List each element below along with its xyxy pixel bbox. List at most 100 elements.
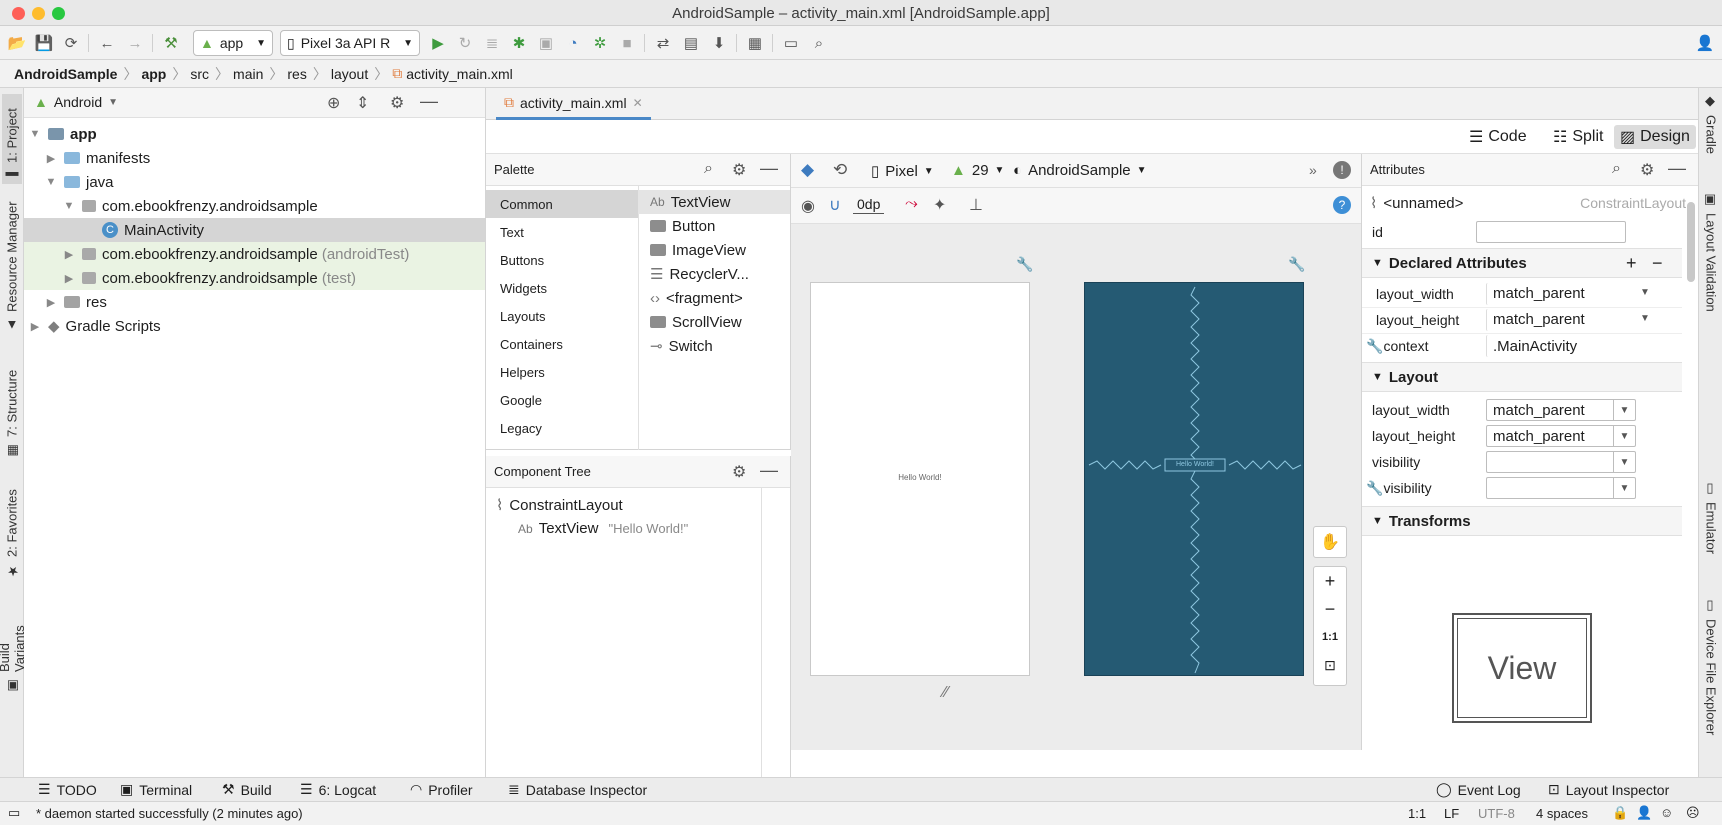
gear-icon[interactable]: ⚙	[1640, 160, 1654, 180]
hello-world-text[interactable]: Hello World!	[811, 473, 1029, 482]
run-config-select[interactable]: ▲ app ▼	[193, 30, 273, 56]
zoom-in-button[interactable]: +	[1314, 567, 1346, 595]
wrench-icon[interactable]: 🔧	[1016, 256, 1033, 273]
help-icon[interactable]: ?	[1333, 196, 1351, 214]
hide-panel-icon[interactable]: —	[760, 460, 778, 481]
design-preview[interactable]: Hello World!	[810, 282, 1030, 676]
expand-arrow-icon[interactable]: ▶	[62, 248, 76, 261]
code-mode-button[interactable]: ☰ Code	[1463, 125, 1533, 149]
tool-tab-structure[interactable]: ▦ 7: Structure	[2, 358, 22, 458]
tool-layout-inspector[interactable]: ⊡ Layout Inspector	[1548, 781, 1669, 798]
hide-panel-icon[interactable]: —	[1668, 158, 1686, 179]
palette-category-legacy[interactable]: Legacy	[486, 414, 638, 442]
declared-layout-height-value[interactable]: match_parent ▼	[1486, 308, 1656, 331]
apply-code-changes-icon[interactable]: ≣	[481, 32, 503, 54]
declared-attributes-section[interactable]: ▼ Declared Attributes + −	[1362, 248, 1682, 278]
device-select[interactable]: ▯ Pixel 3a API R ▼	[280, 30, 420, 56]
tab-activity-main[interactable]: ⧉ activity_main.xml ✕	[496, 88, 651, 120]
line-separator[interactable]: LF	[1444, 806, 1459, 821]
terminal-window-icon[interactable]: ▭	[780, 32, 802, 54]
tool-profiler[interactable]: ◠ Profiler	[410, 781, 473, 798]
layers-icon[interactable]: ◆	[801, 160, 814, 180]
tree-item-gradle-scripts[interactable]: ▶ ◆ Gradle Scripts	[24, 314, 485, 338]
avd-manager-icon[interactable]: ▤	[680, 32, 702, 54]
tool-tab-favorites[interactable]: ★ 2: Favorites	[2, 478, 22, 578]
inspector-icon[interactable]: 👤	[1636, 805, 1652, 821]
api-dropdown[interactable]: ▲ 29 ▼	[951, 162, 1004, 179]
overflow-icon[interactable]: »	[1309, 162, 1317, 178]
blueprint-preview[interactable]: Hello World!	[1084, 282, 1304, 676]
tree-item-manifests[interactable]: ▶ manifests	[24, 146, 485, 170]
expand-arrow-icon[interactable]: ▼	[28, 128, 42, 140]
lock-icon[interactable]: 🔒	[1612, 805, 1628, 821]
tool-tab-emulator[interactable]: ▯ Emulator	[1701, 481, 1721, 561]
expand-arrow-icon[interactable]: ▶	[44, 152, 58, 165]
palette-category-text[interactable]: Text	[486, 218, 638, 246]
layout-section[interactable]: ▼ Layout	[1362, 362, 1682, 392]
search-icon[interactable]: ⌕	[704, 160, 713, 178]
warning-icon[interactable]: !	[1333, 161, 1351, 179]
tool-tab-project[interactable]: ▬ 1: Project	[2, 94, 22, 184]
transforms-section[interactable]: ▼ Transforms	[1362, 506, 1682, 536]
back-icon[interactable]: ←	[96, 32, 118, 54]
crumb-src[interactable]: src	[190, 66, 209, 82]
hello-world-blueprint[interactable]: Hello World!	[1165, 461, 1225, 468]
tool-todo[interactable]: ☰ TODO	[38, 781, 97, 798]
chevron-down-icon[interactable]: ▼	[1613, 452, 1635, 472]
crumb-file[interactable]: activity_main.xml	[406, 66, 513, 82]
palette-item-textview[interactable]: Ab TextView	[638, 190, 790, 214]
attach-debugger-icon[interactable]: ▣	[535, 32, 557, 54]
apply-changes-icon[interactable]: ↻	[454, 32, 476, 54]
palette-item-recyclerview[interactable]: ☰ RecyclerV...	[638, 262, 790, 286]
tree-node-constraintlayout[interactable]: ⌇ ConstraintLayout	[496, 496, 623, 515]
wrench-icon[interactable]: 🔧	[1288, 256, 1305, 273]
locate-icon[interactable]: ⊕	[327, 93, 340, 113]
search-everywhere-icon[interactable]: ⌕	[808, 32, 830, 54]
theme-dropdown[interactable]: ◐ AndroidSample ▼	[1013, 162, 1147, 179]
tool-tab-build-variants[interactable]: ▣ Build Variants	[0, 593, 27, 693]
orientation-icon[interactable]: ⟲	[833, 160, 847, 180]
add-attribute-icon[interactable]: +	[1626, 253, 1637, 274]
indent-setting[interactable]: 4 spaces	[1536, 806, 1588, 821]
status-message[interactable]: * daemon started successfully (2 minutes…	[36, 806, 303, 821]
crumb-main[interactable]: main	[233, 66, 263, 82]
clear-constraints-icon[interactable]: ⤳	[905, 195, 918, 213]
zoom-out-button[interactable]: −	[1314, 595, 1346, 623]
tree-item-java[interactable]: ▼ java	[24, 170, 485, 194]
tool-logcat[interactable]: ☰ 6: Logcat	[300, 781, 376, 798]
palette-item-scrollview[interactable]: ScrollView	[638, 310, 790, 334]
tool-terminal[interactable]: ▣ Terminal	[120, 781, 192, 798]
forward-icon[interactable]: →	[124, 32, 146, 54]
tool-database-inspector[interactable]: ≣ Database Inspector	[508, 781, 647, 798]
visibility-select[interactable]: ▼	[1486, 451, 1636, 473]
declared-layout-width-value[interactable]: match_parent ▼	[1486, 282, 1656, 305]
palette-item-imageview[interactable]: ImageView	[638, 238, 790, 262]
debug-attach-icon[interactable]: ✲	[589, 32, 611, 54]
tool-tab-resource-manager[interactable]: ▲ Resource Manager	[2, 198, 22, 333]
caret-position[interactable]: 1:1	[1408, 806, 1426, 821]
tool-event-log[interactable]: ◯ Event Log	[1436, 781, 1521, 798]
infer-constraints-icon[interactable]: ✦	[933, 195, 946, 215]
split-mode-button[interactable]: ☷ Split	[1547, 125, 1609, 149]
tree-item-package-androidtest[interactable]: ▶ com.ebookfrenzy.androidsample (androidT…	[24, 242, 485, 266]
layout-height-select[interactable]: match_parent ▼	[1486, 425, 1636, 447]
tree-item-package[interactable]: ▼ com.ebookfrenzy.androidsample	[24, 194, 485, 218]
close-tab-icon[interactable]: ✕	[633, 96, 643, 110]
pan-button[interactable]: ✋	[1313, 526, 1347, 558]
gear-icon[interactable]: ⚙	[732, 160, 746, 180]
status-toggle-icon[interactable]: ▭	[8, 805, 20, 821]
palette-category-google[interactable]: Google	[486, 386, 638, 414]
run-icon[interactable]: ▶	[427, 32, 449, 54]
expand-arrow-icon[interactable]: ▶	[62, 272, 76, 285]
palette-item-switch[interactable]: ⊸ Switch	[638, 334, 790, 358]
search-icon[interactable]: ⌕	[1612, 160, 1621, 178]
magnet-icon[interactable]: ∪	[829, 195, 841, 215]
sdk-manager-icon[interactable]: ⬇	[708, 32, 730, 54]
feedback-sad-icon[interactable]: ☹	[1686, 805, 1700, 821]
tree-item-mainactivity[interactable]: C MainActivity	[24, 218, 485, 242]
expand-arrow-icon[interactable]: ▼	[62, 200, 76, 212]
remove-attribute-icon[interactable]: −	[1652, 253, 1663, 274]
gradle-sync-icon[interactable]: ⇄	[652, 32, 674, 54]
resize-handle-icon[interactable]: ⁄⁄	[943, 684, 948, 702]
palette-category-buttons[interactable]: Buttons	[486, 246, 638, 274]
